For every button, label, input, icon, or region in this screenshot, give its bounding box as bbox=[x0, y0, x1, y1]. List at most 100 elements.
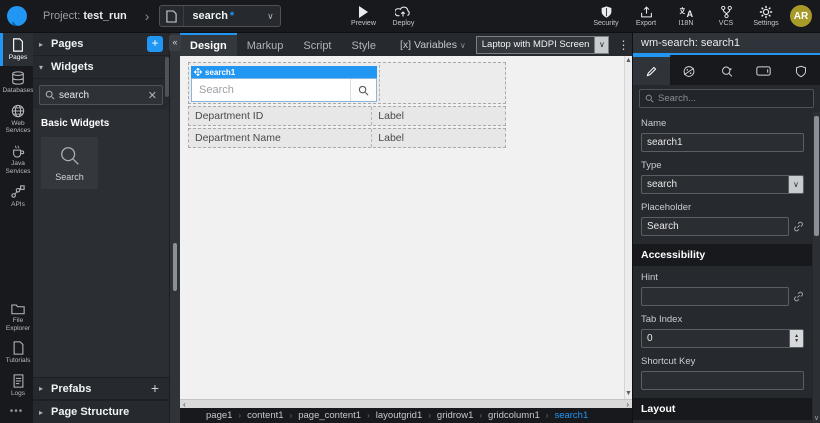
chevron-down-icon: ∨ bbox=[260, 11, 280, 22]
canvas-search-box[interactable] bbox=[191, 78, 377, 102]
clear-search-icon[interactable]: ✕ bbox=[148, 89, 157, 102]
tab-markup[interactable]: Markup bbox=[237, 33, 294, 56]
security-tab[interactable] bbox=[783, 55, 820, 85]
widget-search-input[interactable] bbox=[59, 90, 148, 101]
rail-item-databases[interactable]: Databases bbox=[0, 66, 33, 99]
security-button[interactable]: Security bbox=[586, 0, 626, 33]
canvas-horizontal-scrollbar[interactable]: ‹ › bbox=[180, 399, 632, 408]
shield-icon bbox=[600, 5, 613, 19]
breadcrumb-page-content1[interactable]: page_content1 bbox=[298, 410, 361, 421]
settings-button[interactable]: Settings bbox=[746, 0, 786, 33]
properties-tab[interactable] bbox=[633, 55, 670, 85]
property-search-input[interactable] bbox=[658, 93, 808, 104]
add-prefab-button[interactable]: + bbox=[147, 381, 163, 397]
label-value[interactable]: Label bbox=[372, 107, 505, 125]
vcs-button[interactable]: VCS bbox=[706, 0, 746, 33]
collapse-left-panel-button[interactable]: « bbox=[169, 35, 181, 51]
grid-row-search[interactable]: search1 bbox=[188, 62, 506, 104]
rail-item-web-services[interactable]: Web Services bbox=[0, 99, 33, 140]
page-structure-accordion-header[interactable]: ▸ Page Structure bbox=[33, 400, 169, 423]
breadcrumb-page1[interactable]: page1 bbox=[206, 410, 232, 421]
properties-scrollbar[interactable]: ∨ bbox=[813, 112, 820, 423]
breadcrumb-gridrow1[interactable]: gridrow1 bbox=[437, 410, 473, 421]
add-page-button[interactable]: + bbox=[147, 36, 163, 52]
scroll-down-icon[interactable]: ∨ bbox=[813, 414, 820, 422]
breadcrumb-content1[interactable]: content1 bbox=[247, 410, 283, 421]
rail-more-button[interactable]: ••• bbox=[0, 402, 33, 423]
stepper-down-icon[interactable]: ▼ bbox=[794, 339, 799, 344]
tab-index-label: Tab Index bbox=[641, 314, 804, 325]
scroll-down-icon[interactable]: ▼ bbox=[625, 389, 632, 399]
canvas-vertical-scrollbar[interactable]: ▲ ▼ bbox=[624, 56, 632, 399]
layout-grid[interactable]: search1 bbox=[188, 62, 506, 150]
rail-item-apis[interactable]: APIs bbox=[0, 180, 33, 213]
styles-tab[interactable] bbox=[670, 55, 707, 85]
shortcut-key-input[interactable] bbox=[641, 371, 804, 390]
stepper-arrows[interactable]: ▲▼ bbox=[790, 329, 804, 348]
prefabs-accordion-header[interactable]: ▸ Prefabs + bbox=[33, 377, 169, 400]
empty-grid-cell[interactable] bbox=[379, 65, 503, 101]
placeholder-input[interactable] bbox=[641, 217, 789, 236]
label-department-id[interactable]: Department ID bbox=[189, 107, 372, 125]
tab-style[interactable]: Style bbox=[342, 33, 386, 56]
properties-scroll-area: Name Type search ∨ Placeholder bbox=[633, 112, 820, 423]
design-canvas[interactable]: search1 bbox=[180, 56, 624, 399]
panel-splitter[interactable]: « bbox=[170, 33, 180, 423]
advanced-search-tab[interactable] bbox=[708, 55, 745, 85]
grid-row-department-id[interactable]: Department ID Label bbox=[188, 106, 506, 126]
canvas-left-scrollbar-thumb[interactable] bbox=[173, 243, 177, 291]
tab-design[interactable]: Design bbox=[180, 33, 237, 56]
widget-results: Basic Widgets Search bbox=[33, 109, 169, 377]
label-department-name[interactable]: Department Name bbox=[189, 129, 372, 147]
rail-item-tutorials[interactable]: Tutorials bbox=[0, 336, 33, 369]
bind-link-icon[interactable] bbox=[793, 221, 804, 232]
pages-accordion-header[interactable]: ▸ Pages + bbox=[33, 33, 169, 56]
grid-row-department-name[interactable]: Department Name Label bbox=[188, 128, 506, 148]
canvas-search-input[interactable] bbox=[192, 84, 350, 96]
device-icon bbox=[756, 65, 771, 77]
page-selector[interactable]: search* ∨ bbox=[159, 5, 281, 27]
bind-link-icon[interactable] bbox=[793, 291, 804, 302]
widget-selection-tag[interactable]: search1 bbox=[191, 66, 377, 78]
wavemaker-logo[interactable] bbox=[0, 0, 33, 33]
rail-item-java-services[interactable]: Java Services bbox=[0, 139, 33, 180]
i18n-button[interactable]: A I18N bbox=[666, 0, 706, 33]
play-icon bbox=[356, 5, 370, 19]
property-search-box[interactable] bbox=[639, 89, 814, 108]
chevron-down-icon: ∨ bbox=[594, 37, 608, 53]
breadcrumb-layoutgrid1[interactable]: layoutgrid1 bbox=[376, 410, 422, 421]
left-panel-scrollbar[interactable] bbox=[165, 57, 169, 97]
name-input[interactable] bbox=[641, 133, 804, 152]
name-label: Name bbox=[641, 118, 804, 129]
scroll-up-icon[interactable]: ▲ bbox=[625, 56, 632, 66]
device-preview-select[interactable]: Laptop with MDPI Screen ∨ bbox=[476, 36, 610, 54]
deploy-button[interactable]: Deploy bbox=[383, 0, 423, 33]
user-avatar[interactable]: AR bbox=[790, 5, 812, 27]
device-tab[interactable] bbox=[745, 55, 782, 85]
hint-input[interactable] bbox=[641, 287, 789, 306]
widgets-accordion-header[interactable]: ▾ Widgets bbox=[33, 56, 169, 79]
tab-script[interactable]: Script bbox=[293, 33, 341, 56]
widget-breadcrumb: page1› content1› page_content1› layoutgr… bbox=[180, 408, 632, 423]
canvas-search-button[interactable] bbox=[350, 79, 376, 101]
placeholder-label: Placeholder bbox=[641, 202, 804, 213]
rail-item-file-explorer[interactable]: File Explorer bbox=[0, 297, 33, 337]
more-options-icon[interactable]: ⋮ bbox=[617, 38, 629, 52]
widget-search-box[interactable]: ✕ bbox=[39, 85, 163, 105]
rail-item-pages[interactable]: Pages bbox=[0, 33, 33, 66]
breadcrumb-gridcolumn1[interactable]: gridcolumn1 bbox=[488, 410, 540, 421]
tab-index-input[interactable] bbox=[641, 329, 790, 348]
properties-scrollbar-thumb[interactable] bbox=[814, 116, 819, 236]
rail-item-logs[interactable]: Logs bbox=[0, 369, 33, 402]
svg-text:A: A bbox=[686, 9, 693, 19]
canvas-row: search1 bbox=[180, 56, 632, 399]
search-widget-tile[interactable]: Search bbox=[41, 137, 98, 189]
type-select[interactable]: search ∨ bbox=[641, 175, 804, 194]
variables-menu[interactable]: [x] Variables ∨ bbox=[400, 39, 466, 51]
search-widget-tile-label: Search bbox=[55, 172, 84, 182]
breadcrumb-search1[interactable]: search1 bbox=[554, 410, 588, 421]
preview-button[interactable]: Preview bbox=[343, 0, 383, 33]
export-button[interactable]: Export bbox=[626, 0, 666, 33]
label-value[interactable]: Label bbox=[372, 129, 505, 147]
selected-search-widget[interactable]: search1 bbox=[191, 66, 377, 103]
